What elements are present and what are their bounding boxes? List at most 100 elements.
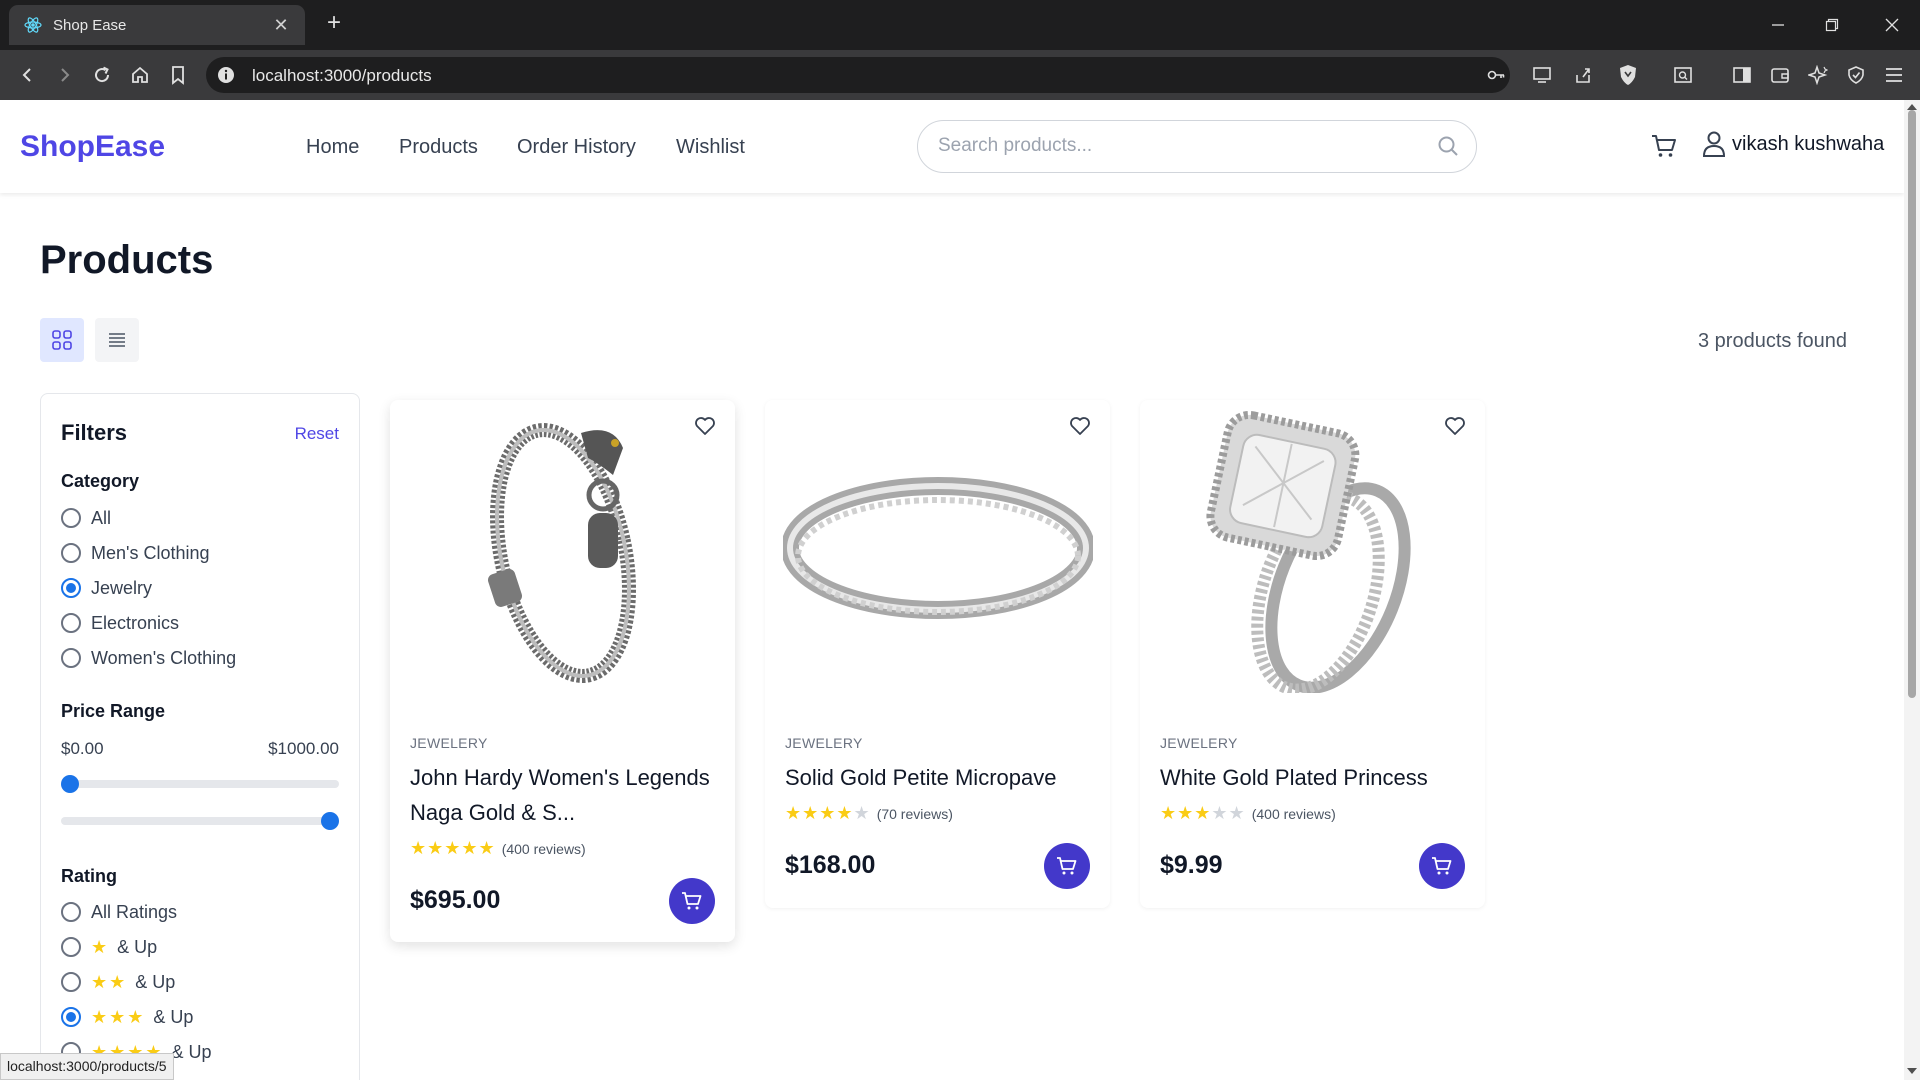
silver-band-ring-image bbox=[782, 476, 1093, 619]
product-image[interactable] bbox=[765, 400, 1110, 695]
forward-icon[interactable] bbox=[46, 50, 82, 100]
scroll-down-icon[interactable] bbox=[1907, 1068, 1917, 1074]
nav-products[interactable]: Products bbox=[399, 136, 478, 159]
new-tab-icon[interactable]: + bbox=[320, 10, 348, 38]
add-to-cart-button[interactable] bbox=[669, 878, 715, 924]
share-icon[interactable] bbox=[1565, 50, 1601, 100]
reload-icon[interactable] bbox=[84, 50, 120, 100]
page-scrollbar[interactable] bbox=[1904, 100, 1920, 1080]
cart-icon[interactable] bbox=[1650, 132, 1678, 160]
rating-option-label: All Ratings bbox=[91, 901, 178, 922]
category-option-jewelry[interactable]: Jewelry bbox=[61, 576, 152, 600]
search-icon[interactable] bbox=[1436, 134, 1460, 158]
add-to-cart-button[interactable] bbox=[1044, 843, 1090, 889]
radio-button-selected[interactable] bbox=[61, 1007, 81, 1027]
category-option-label: All bbox=[91, 507, 112, 528]
radio-button[interactable] bbox=[61, 508, 81, 528]
rating-option-1[interactable]: ★ & Up bbox=[61, 935, 157, 959]
add-to-cart-button[interactable] bbox=[1419, 843, 1465, 889]
product-name[interactable]: John Hardy Women's Legends Naga Gold & S… bbox=[410, 760, 710, 830]
vpn-shield-icon[interactable] bbox=[1838, 50, 1874, 100]
filters-title: Filters bbox=[61, 420, 128, 445]
list-view-button[interactable] bbox=[95, 318, 139, 362]
grid-view-button[interactable] bbox=[40, 318, 84, 362]
page-title: Products bbox=[40, 238, 214, 282]
scrollbar-thumb[interactable] bbox=[1908, 110, 1916, 698]
price-max-value: $1000.00 bbox=[268, 739, 339, 758]
site-info-icon[interactable] bbox=[216, 65, 236, 85]
radio-button[interactable] bbox=[61, 648, 81, 668]
slider-handle[interactable] bbox=[61, 775, 79, 793]
browser-toolbar: localhost:3000/products bbox=[0, 50, 1920, 100]
url-text[interactable]: localhost:3000/products bbox=[252, 66, 432, 86]
rating-option-label: & Up bbox=[153, 1006, 194, 1027]
review-count: (400 reviews) bbox=[501, 840, 586, 857]
rating-option-all[interactable]: All Ratings bbox=[61, 900, 177, 924]
category-option-electronics[interactable]: Electronics bbox=[61, 611, 179, 635]
product-card[interactable]: JEWELERY White Gold Plated Princess ★★★★… bbox=[1140, 400, 1485, 908]
nav-wishlist[interactable]: Wishlist bbox=[676, 136, 745, 159]
product-name[interactable]: Solid Gold Petite Micropave bbox=[785, 760, 1085, 795]
star-rating-icon: ★★★★★ bbox=[785, 803, 871, 823]
category-option-label: Men's Clothing bbox=[91, 542, 210, 563]
close-window-icon[interactable] bbox=[1866, 0, 1918, 50]
close-tab-icon[interactable]: ✕ bbox=[271, 15, 291, 36]
rating-option-3[interactable]: ★★★ & Up bbox=[61, 1005, 193, 1029]
link-status-bar: localhost:3000/products/5 bbox=[0, 1053, 174, 1080]
menu-icon[interactable] bbox=[1876, 50, 1912, 100]
nav-order-history[interactable]: Order History bbox=[517, 136, 636, 159]
category-label: Category bbox=[61, 471, 140, 491]
product-card[interactable]: JEWELERY Solid Gold Petite Micropave ★★★… bbox=[765, 400, 1110, 908]
radio-button[interactable] bbox=[61, 613, 81, 633]
wishlist-heart-icon[interactable] bbox=[1068, 414, 1092, 438]
search-box bbox=[917, 120, 1477, 173]
site-logo[interactable]: ShopEase bbox=[20, 130, 165, 164]
wallet-icon[interactable] bbox=[1762, 50, 1798, 100]
minimize-icon[interactable] bbox=[1752, 0, 1804, 50]
product-image[interactable] bbox=[390, 400, 735, 695]
cart-icon bbox=[1057, 857, 1077, 875]
search-input[interactable] bbox=[938, 135, 1418, 157]
star-rating-icon: ★★★★★ bbox=[1160, 803, 1246, 823]
reader-mode-icon[interactable] bbox=[1665, 50, 1701, 100]
product-name[interactable]: White Gold Plated Princess bbox=[1160, 760, 1460, 795]
product-card[interactable]: JEWELERY John Hardy Women's Legends Naga… bbox=[390, 400, 735, 942]
product-rating: ★★★★★ (400 reviews) bbox=[410, 838, 586, 859]
radio-button[interactable] bbox=[61, 937, 81, 957]
rating-label: Rating bbox=[61, 866, 117, 886]
cast-icon[interactable] bbox=[1524, 50, 1560, 100]
radio-button-selected[interactable] bbox=[61, 578, 81, 598]
rating-option-label: & Up bbox=[171, 1041, 212, 1062]
user-icon bbox=[1702, 131, 1726, 157]
nav-home[interactable]: Home bbox=[306, 136, 359, 159]
restore-icon[interactable] bbox=[1806, 0, 1858, 50]
radio-button[interactable] bbox=[61, 543, 81, 563]
rating-option-label: & Up bbox=[135, 971, 176, 992]
product-category: JEWELERY bbox=[410, 735, 488, 751]
radio-button[interactable] bbox=[61, 902, 81, 922]
password-key-icon[interactable] bbox=[1486, 65, 1506, 85]
browser-tab[interactable]: Shop Ease ✕ bbox=[9, 5, 305, 45]
page-viewport: ShopEase Home Products Order History Wis… bbox=[0, 100, 1904, 1080]
price-max-slider[interactable] bbox=[61, 812, 339, 830]
product-image[interactable] bbox=[1140, 400, 1485, 695]
rating-option-2[interactable]: ★★ & Up bbox=[61, 970, 175, 994]
product-price: $168.00 bbox=[785, 851, 876, 879]
slider-handle[interactable] bbox=[321, 812, 339, 830]
category-option-all[interactable]: All bbox=[61, 506, 111, 530]
leo-ai-icon[interactable] bbox=[1800, 50, 1836, 100]
home-icon[interactable] bbox=[122, 50, 158, 100]
reset-filters-link[interactable]: Reset bbox=[295, 424, 339, 444]
sidebar-toggle-icon[interactable] bbox=[1724, 50, 1760, 100]
bookmark-icon[interactable] bbox=[160, 50, 196, 100]
radio-button[interactable] bbox=[61, 972, 81, 992]
wishlist-heart-icon[interactable] bbox=[693, 414, 717, 438]
back-icon[interactable] bbox=[10, 50, 46, 100]
user-menu[interactable]: vikash kushwaha bbox=[1702, 130, 1884, 158]
address-bar[interactable]: localhost:3000/products bbox=[206, 57, 1510, 93]
wishlist-heart-icon[interactable] bbox=[1443, 414, 1467, 438]
category-option-mens-clothing[interactable]: Men's Clothing bbox=[61, 541, 210, 565]
brave-shield-icon[interactable] bbox=[1610, 50, 1646, 100]
price-min-slider[interactable] bbox=[61, 775, 339, 793]
category-option-womens-clothing[interactable]: Women's Clothing bbox=[61, 646, 236, 670]
